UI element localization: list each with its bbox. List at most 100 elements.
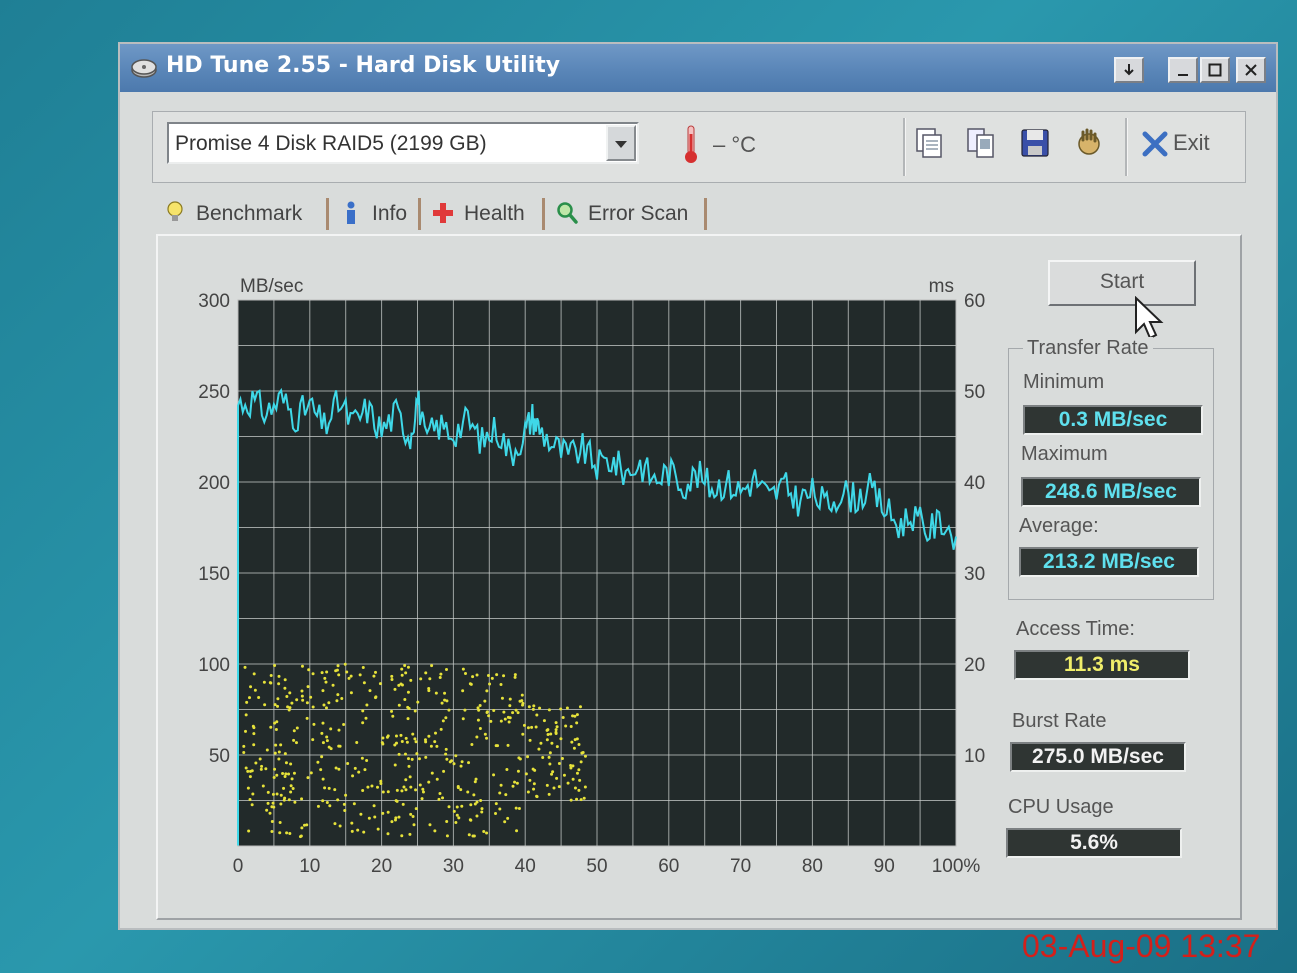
access-time-point xyxy=(342,723,346,727)
access-time-point xyxy=(474,777,478,781)
transfer-rate-group: Transfer Rate Minimum 0.3 MB/sec Maximum… xyxy=(1008,337,1214,600)
access-time-point xyxy=(516,769,520,773)
access-time-point xyxy=(273,663,277,667)
tab-separator xyxy=(418,198,421,230)
access-time-point xyxy=(561,715,565,719)
chevron-down-icon[interactable] xyxy=(606,125,636,161)
health-cross-icon xyxy=(433,203,453,223)
access-time-point xyxy=(515,781,519,785)
close-button[interactable] xyxy=(1236,57,1266,83)
access-time-point xyxy=(575,737,579,741)
window-title: HD Tune 2.55 - Hard Disk Utility xyxy=(166,53,561,78)
y-left-tick-label: 150 xyxy=(198,564,230,585)
access-time-point xyxy=(577,788,581,792)
access-time-point xyxy=(435,777,439,781)
access-time-point xyxy=(283,796,287,800)
x-tick-label: 50 xyxy=(586,856,607,877)
access-time-point xyxy=(390,677,394,681)
tab-benchmark[interactable]: Benchmark xyxy=(156,194,326,234)
access-time-point xyxy=(454,821,458,825)
y-right-tick-label: 60 xyxy=(964,291,985,312)
exit-button[interactable]: Exit xyxy=(1141,126,1221,162)
access-time-point xyxy=(340,696,344,700)
access-time-point xyxy=(273,703,277,707)
maximize-button[interactable] xyxy=(1200,57,1230,83)
access-time-point xyxy=(515,829,519,833)
drive-select[interactable]: Promise 4 Disk RAID5 (2199 GB) xyxy=(167,122,639,164)
access-time-point xyxy=(364,716,368,720)
access-time-point xyxy=(555,745,559,749)
access-time-point xyxy=(337,767,341,771)
access-time-point xyxy=(311,738,315,742)
access-time-point xyxy=(322,703,326,707)
access-time-point xyxy=(338,824,342,828)
access-time-point xyxy=(261,784,265,788)
access-time-point xyxy=(397,752,401,756)
access-time-point xyxy=(244,766,248,770)
minimize-button[interactable] xyxy=(1168,57,1198,83)
access-time-point xyxy=(414,788,418,792)
access-time-point xyxy=(447,708,451,712)
access-time-point xyxy=(275,773,279,777)
access-time-point xyxy=(455,805,459,809)
access-time-point xyxy=(499,783,503,787)
toolbar: Promise 4 Disk RAID5 (2199 GB) – °C Exit xyxy=(152,111,1246,183)
access-time-point xyxy=(394,799,398,803)
access-time-point xyxy=(399,733,403,737)
access-time-point xyxy=(327,745,331,749)
access-time-point xyxy=(367,816,371,820)
access-time-point xyxy=(482,829,486,833)
access-time-point xyxy=(575,771,579,775)
access-time-point xyxy=(251,724,255,728)
start-button[interactable]: Start xyxy=(1048,260,1196,306)
access-time-point xyxy=(539,741,543,745)
access-time-point xyxy=(424,755,428,759)
camera-timestamp: 03-Aug-09 13:37 xyxy=(1022,928,1261,964)
access-time-point xyxy=(366,785,370,789)
copy-all-icon[interactable] xyxy=(965,126,997,160)
access-time-point xyxy=(320,731,324,735)
average-label: Average: xyxy=(1019,515,1099,537)
access-time-point xyxy=(527,705,531,709)
tab-health[interactable]: Health xyxy=(424,194,542,234)
tab-error-scan[interactable]: Error Scan xyxy=(548,194,704,234)
access-time-point xyxy=(336,798,340,802)
access-time-point xyxy=(352,802,356,806)
y-left-tick-label: 300 xyxy=(198,291,230,312)
extra-title-button[interactable] xyxy=(1114,57,1144,83)
access-time-point xyxy=(437,797,441,801)
tab-separator xyxy=(704,198,707,230)
access-time-point xyxy=(277,674,281,678)
access-time-point xyxy=(418,783,422,787)
title-bar[interactable]: HD Tune 2.55 - Hard Disk Utility xyxy=(120,44,1276,92)
access-time-point xyxy=(283,775,287,779)
access-time-point xyxy=(555,725,559,729)
exit-label: Exit xyxy=(1173,130,1210,155)
access-time-point xyxy=(531,707,535,711)
access-time-point xyxy=(406,690,410,694)
access-time-point xyxy=(579,760,583,764)
tab-label: Health xyxy=(464,202,525,225)
access-time-point xyxy=(459,764,463,768)
access-time-point xyxy=(294,741,298,745)
access-time-point xyxy=(321,799,325,803)
x-tick-label: 20 xyxy=(371,856,392,877)
toolbar-separator xyxy=(903,118,906,176)
access-time-point xyxy=(311,705,315,709)
y-left-axis-label: MB/sec xyxy=(240,276,303,297)
access-time-point xyxy=(421,790,425,794)
access-time-point xyxy=(547,708,551,712)
access-time-point xyxy=(443,691,447,695)
access-time-point xyxy=(498,791,502,795)
access-time-point xyxy=(578,705,582,709)
tab-separator xyxy=(542,198,545,230)
access-time-point xyxy=(438,791,442,795)
access-time-point xyxy=(475,735,479,739)
access-time-point xyxy=(401,802,405,806)
access-time-point xyxy=(452,809,456,813)
tab-info[interactable]: Info xyxy=(332,194,416,234)
copy-icon[interactable] xyxy=(913,126,945,160)
access-time-point xyxy=(312,722,316,726)
save-icon[interactable] xyxy=(1019,126,1051,160)
options-hand-icon[interactable] xyxy=(1073,126,1105,160)
